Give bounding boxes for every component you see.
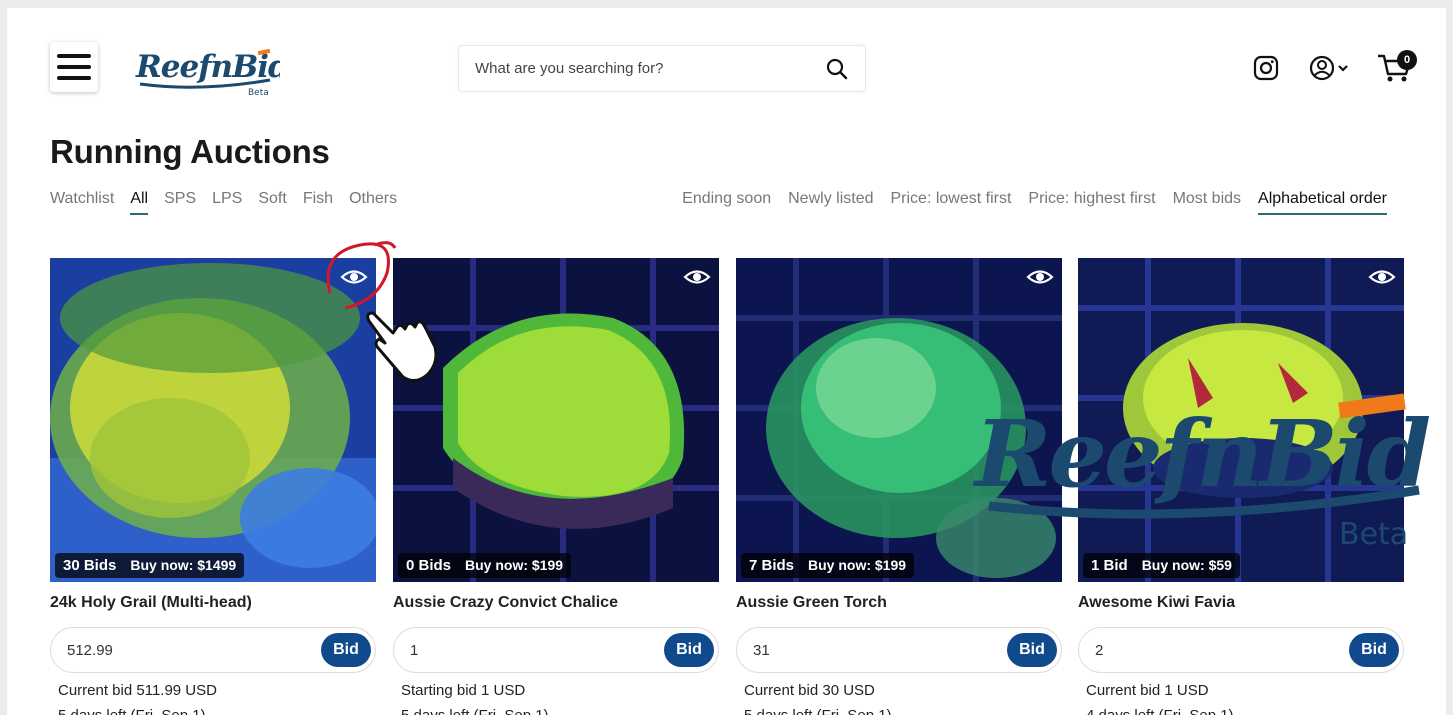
product-image[interactable]: 7 Bids Buy now: $199 (736, 258, 1062, 582)
buy-now-price: Buy now: $59 (1141, 557, 1232, 573)
watchlist-eye-icon[interactable] (1368, 266, 1396, 288)
time-left: 5 days left (Fri, Sep 1) (58, 707, 376, 715)
time-left: 5 days left (Fri, Sep 1) (744, 707, 1062, 715)
product-name[interactable]: Awesome Kiwi Favia (1078, 594, 1404, 612)
bid-amount-input[interactable] (67, 628, 287, 672)
bid-button[interactable]: Bid (664, 633, 714, 667)
bid-form: Bid (1078, 627, 1404, 673)
bid-form: Bid (736, 627, 1062, 673)
bid-info-overlay: 7 Bids Buy now: $199 (741, 553, 915, 578)
watchlist-eye-icon[interactable] (1026, 266, 1054, 288)
sort-ending-soon[interactable]: Ending soon (682, 190, 771, 215)
current-bid: Current bid 511.99 USD (58, 682, 217, 699)
bid-count: 1 Bid (1091, 557, 1128, 574)
product-name[interactable]: 24k Holy Grail (Multi-head) (50, 594, 376, 612)
bid-form: Bid (50, 627, 376, 673)
reefnbid-logo[interactable]: ReefnBid Beta (130, 40, 280, 96)
bid-button[interactable]: Bid (1349, 633, 1399, 667)
bid-amount-input[interactable] (753, 628, 973, 672)
coral-photo (1078, 258, 1404, 582)
hamburger-menu-button[interactable] (50, 42, 98, 92)
tab-fish[interactable]: Fish (303, 190, 333, 215)
coral-photo (736, 258, 1062, 582)
product-card[interactable]: 30 Bids Buy now: $1499 24k Holy Grail (M… (50, 258, 376, 715)
bid-count: 7 Bids (749, 557, 795, 574)
buy-now-price: Buy now: $1499 (130, 557, 237, 573)
product-card[interactable]: 1 Bid Buy now: $59 Awesome Kiwi Favia Bi… (1078, 258, 1404, 715)
tab-sps[interactable]: SPS (164, 190, 196, 215)
watchlist-eye-icon[interactable] (683, 266, 711, 288)
bid-amount-input[interactable] (410, 628, 630, 672)
current-bid: Current bid 30 USD (744, 682, 875, 699)
tab-others[interactable]: Others (349, 190, 397, 215)
time-left: 4 days left (Fri, Sep 1) (1086, 707, 1404, 715)
sort-alphabetical[interactable]: Alphabetical order (1258, 190, 1387, 215)
product-name[interactable]: Aussie Green Torch (736, 594, 1062, 612)
tab-soft[interactable]: Soft (258, 190, 286, 215)
instagram-icon[interactable] (1253, 55, 1279, 81)
search-bar[interactable] (458, 45, 866, 92)
page-frame: ReefnBid Beta 0 Running Auctions Watchli… (7, 8, 1446, 715)
tab-all[interactable]: All (130, 190, 149, 215)
watchlist-eye-icon[interactable] (340, 266, 368, 288)
coral-photo (393, 258, 719, 582)
tab-lps[interactable]: LPS (212, 190, 242, 215)
menu-line (57, 76, 91, 80)
product-card[interactable]: 0 Bids Buy now: $199 Aussie Crazy Convic… (393, 258, 719, 715)
buy-now-price: Buy now: $199 (808, 557, 907, 573)
bid-info-overlay: 0 Bids Buy now: $199 (398, 553, 572, 578)
user-account-icon[interactable] (1309, 55, 1353, 81)
bid-amount-input[interactable] (1095, 628, 1315, 672)
bid-info-overlay: 1 Bid Buy now: $59 (1083, 553, 1240, 578)
chevron-down-icon (1338, 65, 1348, 72)
bid-count: 30 Bids (63, 557, 117, 574)
svg-text:Beta: Beta (248, 88, 269, 96)
search-icon[interactable] (825, 57, 849, 81)
category-tabs: Watchlist All SPS LPS Soft Fish Others (50, 190, 397, 215)
menu-line (57, 65, 91, 69)
current-bid: Current bid 1 USD (1086, 682, 1209, 699)
sort-newly-listed[interactable]: Newly listed (788, 190, 873, 215)
buy-now-price: Buy now: $199 (465, 557, 564, 573)
sort-most-bids[interactable]: Most bids (1173, 190, 1241, 215)
menu-line (57, 54, 91, 58)
bid-button[interactable]: Bid (321, 633, 371, 667)
bid-button[interactable]: Bid (1007, 633, 1057, 667)
coral-photo (50, 258, 376, 582)
starting-bid: Starting bid 1 USD (401, 682, 526, 699)
sort-price-highest[interactable]: Price: highest first (1028, 190, 1155, 215)
svg-text:ReefnBid: ReefnBid (135, 49, 280, 85)
product-image[interactable]: 1 Bid Buy now: $59 (1078, 258, 1404, 582)
time-left: 5 days left (Fri, Sep 1) (401, 707, 719, 715)
bid-count: 0 Bids (406, 557, 452, 574)
product-image[interactable]: 30 Bids Buy now: $1499 (50, 258, 376, 582)
tab-watchlist[interactable]: Watchlist (50, 190, 114, 215)
product-name[interactable]: Aussie Crazy Convict Chalice (393, 594, 719, 612)
sort-price-lowest[interactable]: Price: lowest first (890, 190, 1011, 215)
bid-info-overlay: 30 Bids Buy now: $1499 (55, 553, 245, 578)
search-input[interactable] (475, 46, 815, 91)
product-image[interactable]: 0 Bids Buy now: $199 (393, 258, 719, 582)
sort-options: Ending soon Newly listed Price: lowest f… (682, 190, 1387, 215)
product-card[interactable]: 7 Bids Buy now: $199 Aussie Green Torch … (736, 258, 1062, 715)
bid-form: Bid (393, 627, 719, 673)
page-title: Running Auctions (50, 133, 330, 170)
cart-count-badge: 0 (1397, 50, 1417, 70)
